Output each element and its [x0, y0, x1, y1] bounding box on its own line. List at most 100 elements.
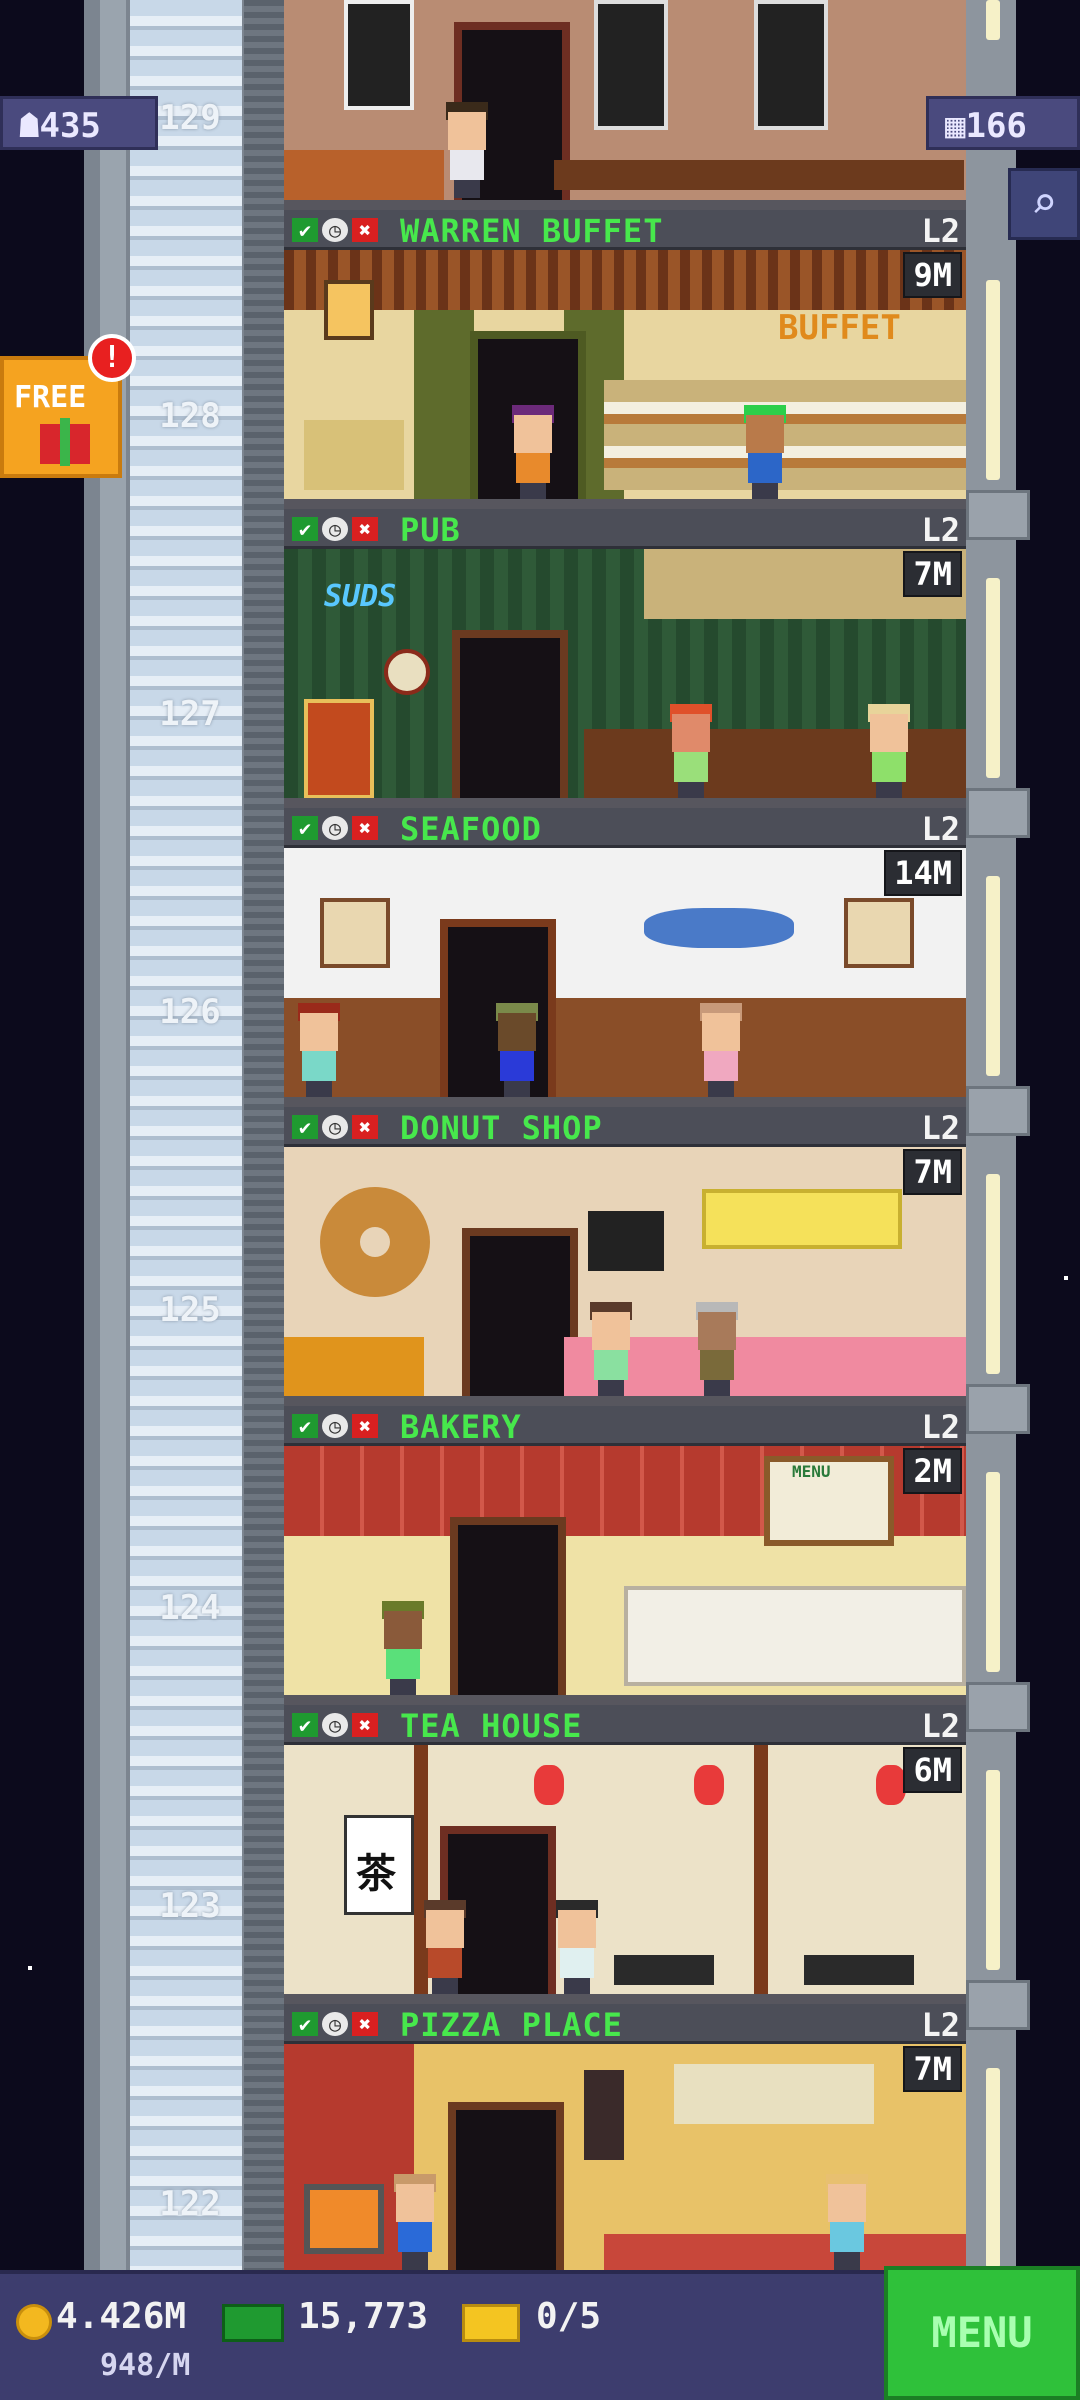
- floor-warren-buffet[interactable]: ✔ ◷ ✖ WARREN BUFFET L2 BUFFET 9M: [284, 210, 966, 509]
- beam: [754, 1745, 768, 2004]
- floor-pizza-place[interactable]: ✔ ◷ ✖ PIZZA PLACE L2 7M: [284, 2004, 966, 2270]
- person-icon: ☗: [19, 106, 40, 146]
- clock-icon[interactable]: ◷: [322, 218, 348, 242]
- jukebox-icon: [304, 699, 374, 799]
- floor-base: [284, 1994, 966, 2004]
- floor-base: [284, 200, 966, 210]
- floor-name: TEA HOUSE: [400, 1707, 583, 1745]
- income-badge[interactable]: 6M: [903, 1747, 962, 1793]
- clock-icon[interactable]: ◷: [322, 816, 348, 840]
- stair-light: [986, 1174, 1000, 1374]
- checkmark-icon[interactable]: ✔: [292, 816, 318, 840]
- tenant[interactable]: [510, 405, 556, 501]
- close-icon[interactable]: ✖: [352, 1115, 378, 1139]
- tables: [554, 160, 964, 190]
- tenant[interactable]: [554, 1900, 600, 1996]
- stair-light: [986, 1770, 1000, 1970]
- tenant[interactable]: [694, 1302, 740, 1398]
- tenant[interactable]: [392, 2174, 438, 2270]
- tenant[interactable]: [296, 1003, 342, 1099]
- floor-tea-house[interactable]: ✔ ◷ ✖ TEA HOUSE L2 茶 6M: [284, 1705, 966, 2004]
- income-badge[interactable]: 7M: [903, 1149, 962, 1195]
- booth: [284, 1337, 424, 1397]
- income-badge[interactable]: 14M: [884, 850, 962, 896]
- floor-number: 122: [159, 2184, 221, 2224]
- floor-header[interactable]: ✔ ◷ ✖ PIZZA PLACE L2: [284, 2004, 966, 2044]
- tenant[interactable]: [494, 1003, 540, 1099]
- floors-counter[interactable]: ▦166: [926, 96, 1080, 150]
- tenant[interactable]: [422, 1900, 468, 1996]
- floor-header[interactable]: ✔ ◷ ✖ PUB L2: [284, 509, 966, 549]
- income-badge[interactable]: 2M: [903, 1448, 962, 1494]
- stair-light: [986, 0, 1000, 40]
- floor-header[interactable]: ✔ ◷ ✖ SEAFOOD L2: [284, 808, 966, 848]
- floor-header[interactable]: ✔ ◷ ✖ WARREN BUFFET L2: [284, 210, 966, 250]
- crab-icon: [844, 898, 914, 968]
- door: [452, 630, 568, 808]
- floor-bakery[interactable]: ✔ ◷ ✖ BAKERY L2 MENU 2M: [284, 1406, 966, 1705]
- clock-icon[interactable]: ◷: [322, 1414, 348, 1438]
- floor-base: [284, 1396, 966, 1406]
- floor-seafood[interactable]: ✔ ◷ ✖ SEAFOOD L2 14M: [284, 808, 966, 1107]
- close-icon[interactable]: ✖: [352, 2012, 378, 2036]
- close-icon[interactable]: ✖: [352, 816, 378, 840]
- buffet-sign: BUFFET: [778, 308, 901, 348]
- checkmark-icon[interactable]: ✔: [292, 218, 318, 242]
- table: [304, 420, 404, 490]
- floor-level: L2: [921, 212, 960, 250]
- income-badge[interactable]: 7M: [903, 551, 962, 597]
- wall-stripes: [284, 250, 966, 310]
- clock-icon[interactable]: ◷: [322, 1713, 348, 1737]
- close-icon[interactable]: ✖: [352, 1414, 378, 1438]
- close-icon[interactable]: ✖: [352, 218, 378, 242]
- checkmark-icon[interactable]: ✔: [292, 1414, 318, 1438]
- close-icon[interactable]: ✖: [352, 517, 378, 541]
- floor-129[interactable]: [284, 0, 966, 210]
- pizza-counter: [604, 2234, 966, 2270]
- checkmark-icon[interactable]: ✔: [292, 1115, 318, 1139]
- tenant[interactable]: [698, 1003, 744, 1099]
- search-button[interactable]: ⌕: [1008, 168, 1080, 240]
- floor-donut-shop[interactable]: ✔ ◷ ✖ DONUT SHOP L2 7M: [284, 1107, 966, 1406]
- tenant[interactable]: [668, 704, 714, 800]
- floor-number: 126: [159, 992, 221, 1032]
- income-badge[interactable]: 9M: [903, 252, 962, 298]
- floor-interior: BUFFET: [284, 250, 966, 509]
- tenant[interactable]: [444, 102, 490, 198]
- floor-header[interactable]: ✔ ◷ ✖ TEA HOUSE L2: [284, 1705, 966, 1745]
- tenant[interactable]: [742, 405, 788, 501]
- menu-button[interactable]: MENU: [884, 2266, 1080, 2400]
- floor-pub[interactable]: ✔ ◷ ✖ PUB L2 SUDS 7M: [284, 509, 966, 808]
- close-icon[interactable]: ✖: [352, 1713, 378, 1737]
- elevator-rail: [244, 0, 284, 2270]
- checkmark-icon[interactable]: ✔: [292, 517, 318, 541]
- tenant[interactable]: [588, 1302, 634, 1398]
- stair-light: [986, 876, 1000, 1076]
- tenant[interactable]: [824, 2174, 870, 2270]
- clock-icon[interactable]: ◷: [322, 1115, 348, 1139]
- clock-icon[interactable]: ◷: [322, 2012, 348, 2036]
- income-badge[interactable]: 7M: [903, 2046, 962, 2092]
- menu-board: [588, 1211, 664, 1271]
- floor-level: L2: [921, 1109, 960, 1147]
- tenant[interactable]: [380, 1601, 426, 1697]
- checkmark-icon[interactable]: ✔: [292, 2012, 318, 2036]
- elevator-cabin-column[interactable]: [130, 0, 242, 2270]
- floor-interior: [284, 2044, 966, 2270]
- floor-interior: SUDS: [284, 549, 966, 808]
- clock-icon[interactable]: ◷: [322, 517, 348, 541]
- floor-interior: 茶: [284, 1745, 966, 2004]
- floor-level: L2: [921, 1707, 960, 1745]
- floor-level: L2: [921, 2006, 960, 2044]
- stair-landing: [966, 490, 1030, 540]
- tea-table: [804, 1955, 914, 1985]
- door: [450, 1517, 566, 1705]
- stair-landing: [966, 1682, 1030, 1732]
- floor-header[interactable]: ✔ ◷ ✖ DONUT SHOP L2: [284, 1107, 966, 1147]
- floor-header[interactable]: ✔ ◷ ✖ BAKERY L2: [284, 1406, 966, 1446]
- checkmark-icon[interactable]: ✔: [292, 1713, 318, 1737]
- magnifier-icon: ⌕: [1030, 178, 1058, 229]
- tenant[interactable]: [866, 704, 912, 800]
- pizza-oven: [304, 2184, 384, 2254]
- population-counter[interactable]: ☗435: [0, 96, 158, 150]
